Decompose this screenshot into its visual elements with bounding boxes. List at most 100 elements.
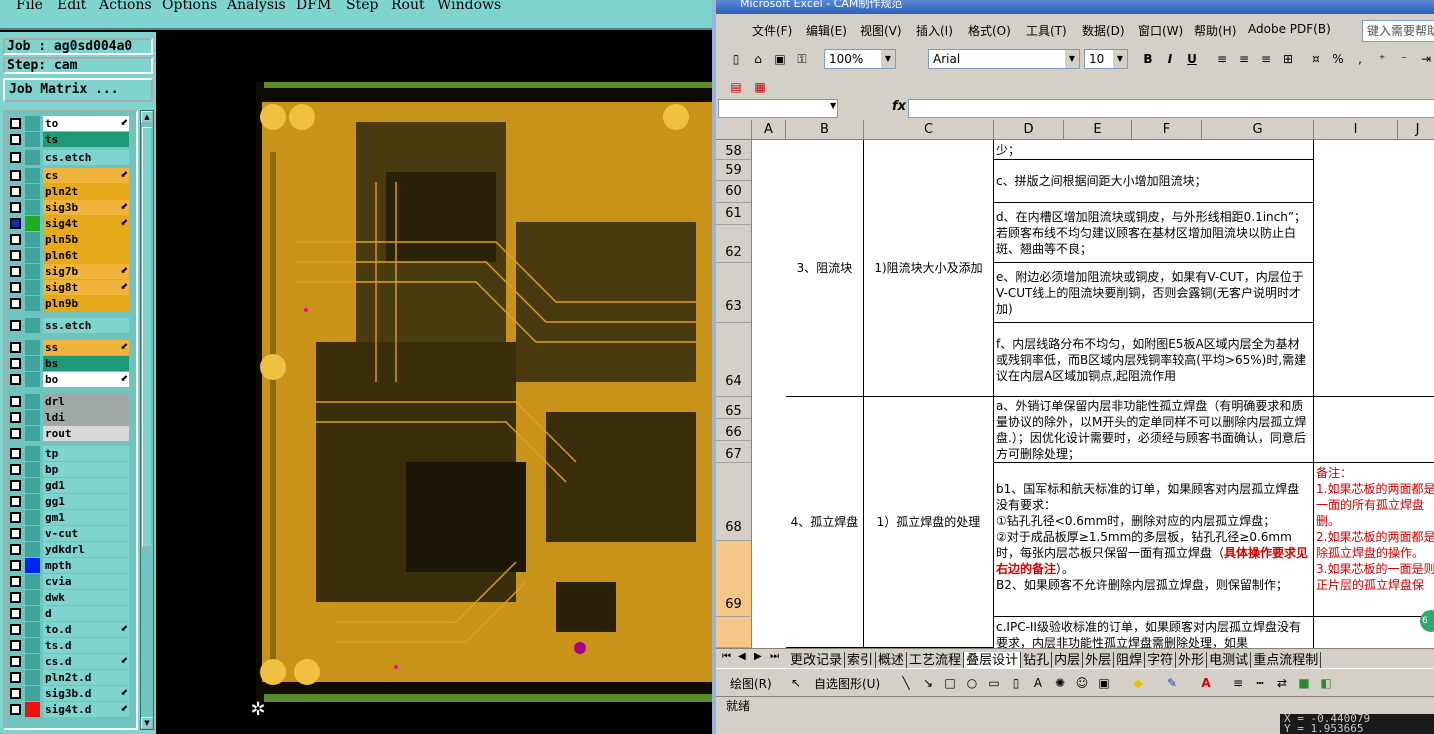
- col-header-j[interactable]: J: [1398, 120, 1434, 140]
- layer-checkbox[interactable]: [10, 672, 21, 683]
- layer-row[interactable]: gm1: [7, 510, 131, 525]
- menu-windows[interactable]: Windows: [437, 0, 501, 13]
- col-header-f[interactable]: F: [1132, 120, 1202, 140]
- tab-outline[interactable]: 外形: [1176, 652, 1208, 668]
- col-header-d[interactable]: D: [994, 120, 1064, 140]
- row-header-64[interactable]: 64: [716, 323, 751, 397]
- layer-color-swatch[interactable]: [25, 372, 40, 387]
- layer-row[interactable]: sig3b.d ⬋: [7, 686, 131, 701]
- layer-checkbox[interactable]: [10, 234, 21, 245]
- layer-name[interactable]: sig4t.d: [43, 702, 129, 717]
- line-color-icon[interactable]: ✎: [1164, 675, 1180, 691]
- layer-row[interactable]: drl: [7, 394, 131, 409]
- layer-row[interactable]: mpth: [7, 558, 131, 573]
- layer-name[interactable]: ts: [43, 132, 129, 147]
- cell-i70[interactable]: [1314, 617, 1434, 648]
- layer-checkbox[interactable]: [10, 250, 21, 261]
- layer-row[interactable]: ydkdrl: [7, 542, 131, 557]
- layer-name[interactable]: cs: [43, 168, 129, 183]
- layer-row[interactable]: cs.d ⬋: [7, 654, 131, 669]
- dash-style-icon[interactable]: ┅: [1252, 675, 1268, 691]
- layer-row[interactable]: v-cut: [7, 526, 131, 541]
- tab-outer-layer[interactable]: 外层: [1083, 652, 1115, 668]
- layer-name[interactable]: pln9b: [43, 296, 129, 311]
- layer-row[interactable]: ts: [7, 132, 131, 147]
- layer-row[interactable]: pln5b: [7, 232, 131, 247]
- cell-b-flow-block[interactable]: 3、阻流块: [786, 140, 864, 397]
- menu-help-cn[interactable]: 帮助(H): [1194, 22, 1236, 39]
- row-header-60[interactable]: 60: [716, 181, 751, 203]
- layer-scrollbar[interactable]: ▲ ▼: [140, 110, 154, 730]
- layer-name[interactable]: sig4t: [43, 216, 129, 231]
- layer-checkbox[interactable]: [10, 704, 21, 715]
- comma-icon[interactable]: ,: [1352, 51, 1368, 67]
- layer-row[interactable]: rout: [7, 426, 131, 441]
- pdf-convert-icon[interactable]: ▤: [728, 79, 744, 95]
- layer-color-swatch[interactable]: [25, 216, 40, 231]
- layer-name[interactable]: sig3b.d: [43, 686, 129, 701]
- layer-name[interactable]: gg1: [43, 494, 129, 509]
- layer-checkbox[interactable]: [10, 448, 21, 459]
- menu-dfm[interactable]: DFM: [296, 0, 331, 13]
- col-header-a[interactable]: A: [752, 120, 786, 140]
- row-header-69[interactable]: 69: [716, 541, 751, 617]
- textbox-icon[interactable]: ▭: [986, 675, 1002, 691]
- layer-checkbox[interactable]: [10, 576, 21, 587]
- layer-color-swatch[interactable]: [25, 410, 40, 425]
- open-icon[interactable]: ⌂: [750, 51, 766, 67]
- row-header-61[interactable]: 61: [716, 203, 751, 225]
- row-header-63[interactable]: 63: [716, 263, 751, 323]
- layer-row[interactable]: bs: [7, 356, 131, 371]
- layer-name[interactable]: cs.d: [43, 654, 129, 669]
- tab-change-log[interactable]: 更改记录: [788, 652, 846, 668]
- font-dropdown-icon[interactable]: ▼: [1065, 50, 1079, 68]
- tab-last-icon[interactable]: ⏭: [770, 651, 779, 662]
- cell-d63[interactable]: e、附边必须增加阻流块或铜皮，如果有V-CUT，内层位于V-CUT线上的阻流块要…: [994, 263, 1314, 323]
- clipart-icon[interactable]: ☺: [1074, 675, 1090, 691]
- layer-color-swatch[interactable]: [25, 168, 40, 183]
- font-size-select[interactable]: 10 ▼: [1084, 49, 1128, 69]
- layer-row[interactable]: sig8t ⬋: [7, 280, 131, 295]
- layer-name[interactable]: d: [43, 606, 129, 621]
- row-header-65[interactable]: 65: [716, 397, 751, 419]
- layer-name[interactable]: ldi: [43, 410, 129, 425]
- layer-color-swatch[interactable]: [25, 200, 40, 215]
- layer-checkbox[interactable]: [10, 608, 21, 619]
- layer-checkbox[interactable]: [10, 656, 21, 667]
- tab-stackup-design[interactable]: 叠层设计: [964, 652, 1022, 668]
- layer-color-swatch[interactable]: [25, 280, 40, 295]
- tab-next-icon[interactable]: ▶: [754, 651, 762, 662]
- cell-i-remarks[interactable]: 备注： 1.如果芯板的两面都是一面的所有孤立焊盘删。 2.如果芯板的两面都是除孤…: [1314, 463, 1434, 617]
- name-box[interactable]: [718, 99, 838, 118]
- layer-checkbox[interactable]: [10, 218, 21, 229]
- cell-d70[interactable]: c.IPC-II级验收标准的订单，如果顾客对内层孤立焊盘没有要求，内层非功能性孤…: [994, 617, 1314, 648]
- layer-checkbox[interactable]: [10, 544, 21, 555]
- cell-d68[interactable]: b1、国军标和航天标准的订单，如果顾客对内层孤立焊盘没有要求： ①钻孔孔径<0.…: [994, 463, 1314, 617]
- layer-name[interactable]: sig7b: [43, 264, 129, 279]
- menu-view-cn[interactable]: 视图(V): [860, 22, 902, 39]
- layer-name[interactable]: bo: [43, 372, 129, 387]
- layer-row[interactable]: bo ⬋: [7, 372, 131, 387]
- cell-c-pad-block[interactable]: 1）孤立焊盘的处理: [864, 397, 994, 648]
- tab-overview[interactable]: 概述: [876, 652, 908, 668]
- layer-color-swatch[interactable]: [25, 670, 40, 685]
- row-header-58[interactable]: 58: [716, 140, 751, 160]
- menu-actions[interactable]: Actions: [99, 0, 152, 13]
- layer-checkbox[interactable]: [10, 640, 21, 651]
- col-header-i[interactable]: I: [1314, 120, 1398, 140]
- layer-row[interactable]: dwk: [7, 590, 131, 605]
- layer-color-swatch[interactable]: [25, 446, 40, 461]
- layer-color-swatch[interactable]: [25, 590, 40, 605]
- menu-edit[interactable]: Edit: [57, 0, 86, 13]
- layer-row[interactable]: pln2t.d: [7, 670, 131, 685]
- percent-icon[interactable]: %: [1330, 51, 1346, 67]
- layer-name[interactable]: bp: [43, 462, 129, 477]
- layer-color-swatch[interactable]: [25, 232, 40, 247]
- layer-checkbox[interactable]: [10, 428, 21, 439]
- layer-row[interactable]: d: [7, 606, 131, 621]
- align-center-icon[interactable]: ≡: [1236, 51, 1252, 67]
- cell-i-upper[interactable]: [1314, 140, 1434, 397]
- tab-inner-layer[interactable]: 内层: [1052, 652, 1084, 668]
- layer-checkbox[interactable]: [10, 624, 21, 635]
- layer-color-swatch[interactable]: [25, 184, 40, 199]
